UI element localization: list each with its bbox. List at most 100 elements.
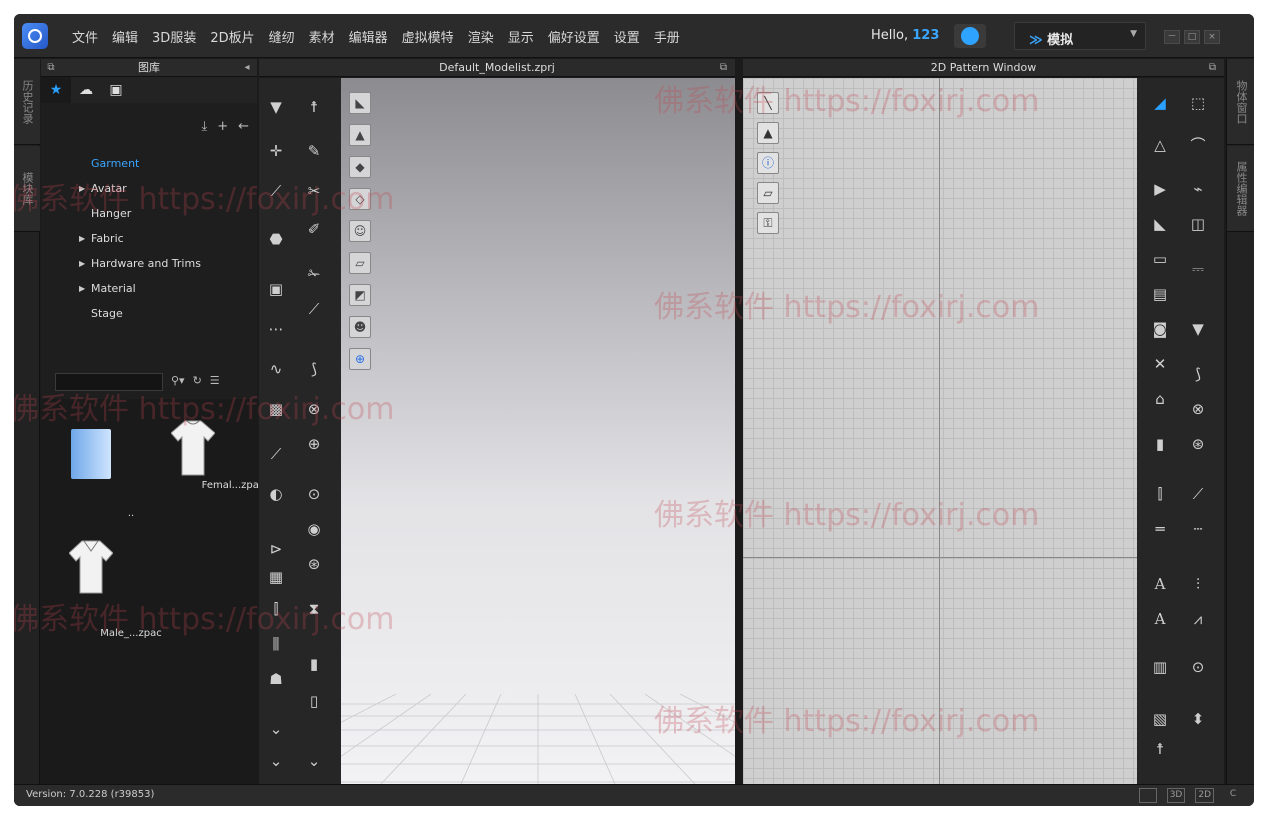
show-garment-icon[interactable]: ▲ xyxy=(757,122,779,144)
tree-item-avatar[interactable]: ▶ Avatar xyxy=(41,176,257,201)
menu-avatar[interactable]: 虚拟模特 xyxy=(402,27,454,46)
viewport-2d[interactable]: ╲ ▲ ⓘ ▱ ⚿ xyxy=(743,78,1137,784)
menu-preferences[interactable]: 偏好设置 xyxy=(548,27,600,46)
expand-toolbar-icon[interactable]: ⌄ xyxy=(265,718,287,740)
tab-history[interactable]: 历史记录 xyxy=(14,59,40,145)
menu-file[interactable]: 文件 xyxy=(72,27,98,46)
tree-item-stage[interactable]: Stage xyxy=(41,301,257,326)
add-icon[interactable]: + xyxy=(217,119,228,134)
button-2d-icon[interactable]: ⊙ xyxy=(1187,656,1209,678)
trace-icon[interactable]: ⎓ xyxy=(1187,258,1209,280)
zipper-pull-icon[interactable]: ⧗ xyxy=(303,598,325,620)
sewing-segment-icon[interactable]: ⟆ xyxy=(1187,363,1209,385)
dart-icon[interactable]: ◙ xyxy=(1149,318,1171,340)
tape-measure-icon[interactable]: ═ xyxy=(1149,518,1171,540)
texture-icon[interactable]: ▩ xyxy=(265,398,287,420)
expand-toolbar-icon[interactable]: ⌄ xyxy=(265,750,287,772)
sewing-check-icon[interactable]: ⟆ xyxy=(303,358,325,380)
dashed-measure-icon[interactable]: ┄ xyxy=(1187,518,1209,540)
download-icon[interactable]: ⤓ xyxy=(201,119,207,134)
3d-view-button[interactable]: 3D xyxy=(1166,788,1186,803)
cloud-tab-cloud-icon[interactable]: ☁ xyxy=(71,77,101,103)
avatar-display-icon[interactable]: ☺ xyxy=(349,220,371,242)
notch-icon[interactable]: ⌂ xyxy=(1149,388,1171,410)
display-avatar-icon[interactable]: ◣ xyxy=(349,92,371,114)
button-icon[interactable]: ⊕ xyxy=(303,433,325,455)
expand-arrow-icon[interactable]: ▶ xyxy=(79,251,85,276)
pin-icon[interactable]: ◂ xyxy=(241,62,253,73)
expand-toolbar-icon[interactable]: ⌄ xyxy=(303,750,325,772)
environment-globe-icon[interactable]: ⊕ xyxy=(349,348,371,370)
back-icon[interactable]: ← xyxy=(238,119,249,134)
edit-pattern-icon[interactable]: ✎ xyxy=(303,140,325,162)
pattern-display-icon[interactable]: ▱ xyxy=(349,252,371,274)
zigzag-icon[interactable]: ⩘ xyxy=(1187,608,1209,630)
pattern-figure-icon[interactable]: ☨ xyxy=(1149,738,1171,760)
simulate-icon[interactable]: ▼ xyxy=(265,96,287,118)
tree-item-hanger[interactable]: Hanger xyxy=(41,201,257,226)
tree-item-garment[interactable]: Garment xyxy=(41,151,257,176)
menu-display[interactable]: 显示 xyxy=(508,27,534,46)
menu-render[interactable]: 渲染 xyxy=(468,27,494,46)
seam-allowance-icon[interactable]: ▼ xyxy=(1187,318,1209,340)
avatar-icon[interactable]: ☗ xyxy=(265,668,287,690)
refresh-icon[interactable]: ↻ xyxy=(193,374,202,387)
annotation-text-icon[interactable]: A xyxy=(1149,573,1171,595)
texture-2d-icon[interactable]: ⊛ xyxy=(1187,433,1209,455)
mode-select[interactable]: ≫ 模拟 ▼ xyxy=(1014,22,1146,50)
tab-object-browser[interactable]: 物体窗口 xyxy=(1227,59,1254,145)
tree-item-hardware[interactable]: ▶ Hardware and Trims xyxy=(41,251,257,276)
shirring-icon[interactable]: ▦ xyxy=(265,566,287,588)
polygon-icon[interactable]: ▶ xyxy=(1149,178,1171,200)
needle-icon[interactable]: ✂ xyxy=(303,180,325,202)
tape-icon[interactable]: ✐ xyxy=(303,218,325,240)
transform-pattern-icon[interactable]: ◢ xyxy=(1149,92,1171,114)
sewing-line-icon[interactable]: ⟋ xyxy=(303,298,325,320)
garment-fit-icon[interactable]: ⬣ xyxy=(265,228,287,250)
menu-materials[interactable]: 素材 xyxy=(309,27,335,46)
undock-icon[interactable]: ⧉ xyxy=(720,59,727,77)
measure-line-icon[interactable]: ⟋ xyxy=(1187,483,1209,505)
slash-spread-icon[interactable]: ◫ xyxy=(1187,213,1209,235)
fold-icon[interactable]: ✁ xyxy=(303,263,325,285)
tree-item-material[interactable]: ▶ Material xyxy=(41,276,257,301)
elastic-icon[interactable]: ▮ xyxy=(303,653,325,675)
info-icon[interactable]: ⓘ xyxy=(757,152,779,174)
library-item-male[interactable]: Male_...zpac xyxy=(51,529,162,639)
graphic-2d-icon[interactable]: ⊗ xyxy=(1187,398,1209,420)
cloud-button[interactable] xyxy=(954,24,986,48)
2d-view-button[interactable]: 2D xyxy=(1195,788,1214,803)
buttonhole-icon[interactable]: ⊙ xyxy=(303,483,325,505)
text-style-icon[interactable]: A xyxy=(1149,608,1171,630)
menu-editor[interactable]: 编辑器 xyxy=(349,27,388,46)
avatar-pose-icon[interactable]: ☨ xyxy=(303,96,325,118)
lock-pattern-icon[interactable]: ⚿ xyxy=(757,212,779,234)
edit-curve-icon[interactable]: ⌒ xyxy=(1187,134,1209,156)
rectangle-icon[interactable]: ◣ xyxy=(1149,213,1171,235)
user-name[interactable]: 123 xyxy=(912,28,939,43)
internal-rect-icon[interactable]: ▤ xyxy=(1149,283,1171,305)
iron-icon[interactable]: ◐ xyxy=(265,483,287,505)
undock-icon[interactable]: ⧉ xyxy=(45,62,57,73)
symmetry-icon[interactable]: ⬍ xyxy=(1187,708,1209,730)
zipper-icon[interactable]: ⫿ xyxy=(265,598,287,620)
store-tab-bag-icon[interactable]: ▣ xyxy=(101,77,131,103)
line-tool-icon[interactable]: ⟋ xyxy=(265,443,287,465)
library-item-folder[interactable]: .. xyxy=(51,409,134,519)
mesh-icon[interactable]: ◩ xyxy=(349,284,371,306)
list-view-icon[interactable]: ☰ xyxy=(210,374,220,387)
arrangement-icon[interactable]: ▣ xyxy=(265,278,287,300)
style-line-icon[interactable]: ⊳ xyxy=(265,538,287,560)
undock-icon[interactable]: ⧉ xyxy=(1209,59,1216,77)
puckering-icon[interactable]: ⫼ xyxy=(265,633,287,655)
favorites-tab-star-icon[interactable]: ★ xyxy=(41,77,71,103)
expand-arrow-icon[interactable]: ▶ xyxy=(79,176,85,201)
menu-manual[interactable]: 手册 xyxy=(654,27,680,46)
segment-sewing-icon[interactable]: ⋯ xyxy=(265,318,287,340)
edit-pattern-icon[interactable]: ⬚ xyxy=(1187,92,1209,114)
internal-polygon-icon[interactable]: ▭ xyxy=(1149,248,1171,270)
trim-icon[interactable]: ▯ xyxy=(303,690,325,712)
pattern-grid-icon[interactable]: ▱ xyxy=(757,182,779,204)
free-sewing-icon[interactable]: ∿ xyxy=(265,358,287,380)
button-lock-icon[interactable]: ⊛ xyxy=(303,553,325,575)
